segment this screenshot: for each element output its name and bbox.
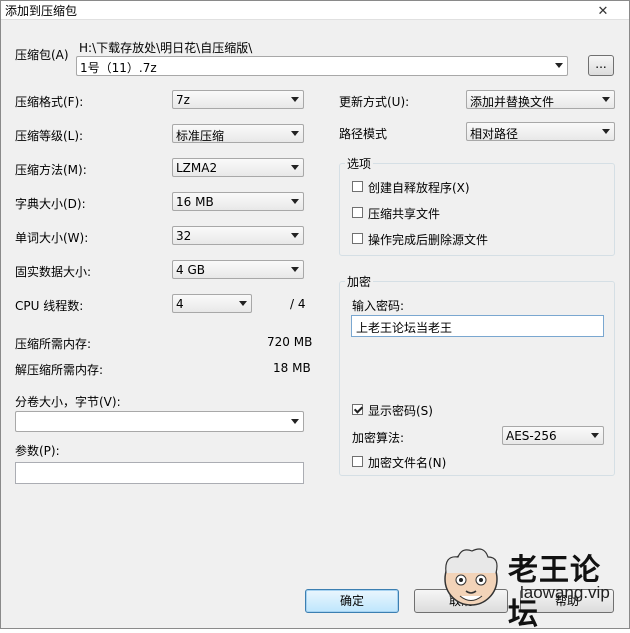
solid-select[interactable]: 4 GB bbox=[172, 260, 304, 279]
password-input[interactable]: 上老王论坛当老王 bbox=[351, 315, 604, 337]
mem-decompress-label: 解压缩所需内存: bbox=[15, 363, 104, 377]
cpu-value: 4 bbox=[176, 297, 184, 311]
word-value: 32 bbox=[176, 229, 192, 243]
format-select[interactable]: 7z bbox=[172, 90, 304, 109]
chevron-down-icon bbox=[291, 233, 299, 238]
method-value: LZMA2 bbox=[176, 161, 218, 175]
mem-compress-label: 压缩所需内存: bbox=[15, 337, 92, 351]
update-value: 添加并替换文件 bbox=[470, 95, 555, 109]
encrypt-names-checkbox[interactable] bbox=[352, 456, 363, 467]
window-title: 添加到压缩包 bbox=[5, 4, 78, 18]
solid-value: 4 GB bbox=[176, 263, 205, 277]
sfx-checkbox[interactable] bbox=[352, 181, 363, 192]
archive-filename: 1号（11）.7z bbox=[80, 61, 157, 75]
shared-checkbox[interactable] bbox=[352, 207, 363, 218]
method-select[interactable]: LZMA2 bbox=[172, 158, 304, 177]
delete-source-checkbox[interactable] bbox=[352, 233, 363, 244]
word-select[interactable]: 32 bbox=[172, 226, 304, 245]
archive-label: 压缩包(A) bbox=[15, 48, 69, 62]
chevron-down-icon bbox=[591, 433, 599, 438]
word-label: 单词大小(W): bbox=[15, 231, 89, 245]
enc-method-value: AES-256 bbox=[506, 429, 557, 443]
format-label: 压缩格式(F): bbox=[15, 95, 84, 109]
close-button[interactable]: ✕ bbox=[581, 1, 625, 18]
chevron-down-icon bbox=[291, 131, 299, 136]
title-bar: 添加到压缩包 ✕ bbox=[1, 1, 629, 20]
password-value: 上老王论坛当老王 bbox=[356, 321, 453, 335]
level-select[interactable]: 标准压缩 bbox=[172, 124, 304, 143]
archive-filename-combo[interactable]: 1号（11）.7z bbox=[76, 56, 568, 76]
show-password-label[interactable]: 显示密码(S) bbox=[368, 402, 433, 419]
options-group-title: 选项 bbox=[345, 155, 374, 172]
chevron-down-icon bbox=[291, 199, 299, 204]
update-select[interactable]: 添加并替换文件 bbox=[466, 90, 615, 109]
watermark-url: laowang.vip bbox=[520, 583, 610, 602]
cpu-select[interactable]: 4 bbox=[172, 294, 252, 313]
pathmode-select[interactable]: 相对路径 bbox=[466, 122, 615, 141]
level-label: 压缩等级(L): bbox=[15, 129, 84, 143]
archive-path: H:\下载存放处\明日花\自压缩版\ bbox=[79, 41, 253, 55]
chevron-down-icon bbox=[239, 301, 247, 306]
format-value: 7z bbox=[176, 93, 190, 107]
ok-button[interactable]: 确定 bbox=[305, 589, 399, 613]
enc-method-select[interactable]: AES-256 bbox=[502, 426, 604, 445]
mem-decompress-value: 18 MB bbox=[273, 361, 311, 375]
shared-label[interactable]: 压缩共享文件 bbox=[368, 205, 440, 222]
solid-label: 固实数据大小: bbox=[15, 265, 92, 279]
mem-compress-value: 720 MB bbox=[267, 335, 313, 349]
chevron-down-icon bbox=[602, 129, 610, 134]
cpu-label: CPU 线程数: bbox=[15, 299, 84, 313]
browse-button[interactable]: ... bbox=[588, 55, 614, 76]
encrypt-names-label[interactable]: 加密文件名(N) bbox=[368, 454, 446, 471]
chevron-down-icon bbox=[602, 97, 610, 102]
delete-source-label[interactable]: 操作完成后删除源文件 bbox=[368, 231, 488, 248]
password-label: 输入密码: bbox=[352, 299, 405, 313]
chevron-down-icon bbox=[291, 267, 299, 272]
dict-value: 16 MB bbox=[176, 195, 214, 209]
chevron-down-icon bbox=[291, 97, 299, 102]
level-value: 标准压缩 bbox=[176, 129, 225, 143]
chevron-down-icon bbox=[555, 63, 563, 68]
cpu-total: / 4 bbox=[290, 297, 306, 311]
dict-select[interactable]: 16 MB bbox=[172, 192, 304, 211]
watermark: 老王论坛 laowang.vip bbox=[436, 543, 626, 632]
add-to-archive-dialog: 添加到压缩包 ✕ 压缩包(A) H:\下载存放处\明日花\自压缩版\ 1号（11… bbox=[0, 0, 630, 632]
params-input[interactable] bbox=[15, 462, 304, 484]
split-size-combo[interactable] bbox=[15, 411, 304, 432]
encryption-group-title: 加密 bbox=[345, 273, 374, 290]
chevron-down-icon bbox=[291, 165, 299, 170]
sfx-label[interactable]: 创建自释放程序(X) bbox=[368, 179, 470, 196]
enc-method-label: 加密算法: bbox=[352, 431, 405, 445]
split-label: 分卷大小，字节(V): bbox=[15, 395, 121, 409]
chevron-down-icon bbox=[291, 419, 299, 424]
params-label: 参数(P): bbox=[15, 444, 60, 458]
pathmode-value: 相对路径 bbox=[470, 127, 519, 141]
update-label: 更新方式(U): bbox=[339, 95, 410, 109]
mascot-face-icon bbox=[444, 548, 498, 606]
dict-label: 字典大小(D): bbox=[15, 197, 86, 211]
method-label: 压缩方法(M): bbox=[15, 163, 87, 177]
pathmode-label: 路径模式 bbox=[339, 127, 388, 141]
show-password-checkbox[interactable] bbox=[352, 404, 363, 415]
